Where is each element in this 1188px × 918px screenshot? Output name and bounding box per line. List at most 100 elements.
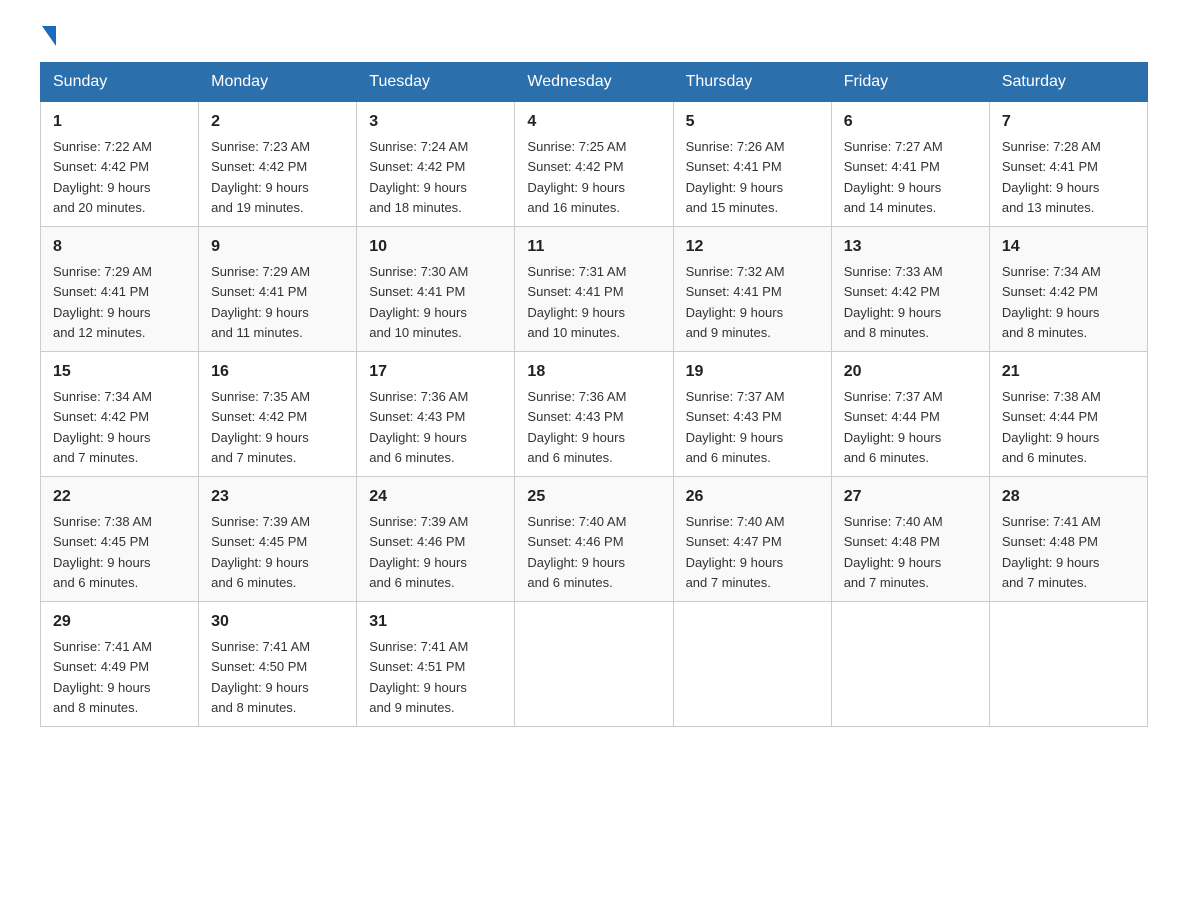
day-number: 29 bbox=[53, 610, 186, 634]
calendar-body: 1 Sunrise: 7:22 AMSunset: 4:42 PMDaylight… bbox=[41, 102, 1148, 727]
day-number: 31 bbox=[369, 610, 502, 634]
day-info: Sunrise: 7:41 AMSunset: 4:51 PMDaylight:… bbox=[369, 639, 468, 715]
day-number: 26 bbox=[686, 485, 819, 509]
calendar-header-tuesday: Tuesday bbox=[357, 63, 515, 102]
day-info: Sunrise: 7:33 AMSunset: 4:42 PMDaylight:… bbox=[844, 264, 943, 340]
day-info: Sunrise: 7:39 AMSunset: 4:45 PMDaylight:… bbox=[211, 514, 310, 590]
day-number: 12 bbox=[686, 235, 819, 259]
calendar-table: SundayMondayTuesdayWednesdayThursdayFrid… bbox=[40, 62, 1148, 727]
day-info: Sunrise: 7:36 AMSunset: 4:43 PMDaylight:… bbox=[369, 389, 468, 465]
calendar-cell: 25 Sunrise: 7:40 AMSunset: 4:46 PMDayligh… bbox=[515, 477, 673, 602]
day-info: Sunrise: 7:30 AMSunset: 4:41 PMDaylight:… bbox=[369, 264, 468, 340]
day-number: 27 bbox=[844, 485, 977, 509]
calendar-cell: 18 Sunrise: 7:36 AMSunset: 4:43 PMDayligh… bbox=[515, 352, 673, 477]
day-info: Sunrise: 7:41 AMSunset: 4:50 PMDaylight:… bbox=[211, 639, 310, 715]
calendar-cell: 16Sunrise: 7:35 AMSunset: 4:42 PMDayligh… bbox=[199, 352, 357, 477]
calendar-cell: 20Sunrise: 7:37 AMSunset: 4:44 PMDayligh… bbox=[831, 352, 989, 477]
calendar-week-4: 22 Sunrise: 7:38 AMSunset: 4:45 PMDayligh… bbox=[41, 477, 1148, 602]
calendar-cell: 2 Sunrise: 7:23 AMSunset: 4:42 PMDaylight… bbox=[199, 102, 357, 227]
calendar-header-thursday: Thursday bbox=[673, 63, 831, 102]
calendar-cell: 11 Sunrise: 7:31 AMSunset: 4:41 PMDayligh… bbox=[515, 227, 673, 352]
calendar-header-monday: Monday bbox=[199, 63, 357, 102]
day-number: 23 bbox=[211, 485, 344, 509]
day-number: 16 bbox=[211, 360, 344, 384]
day-info: Sunrise: 7:26 AMSunset: 4:41 PMDaylight:… bbox=[686, 139, 785, 215]
day-info: Sunrise: 7:25 AMSunset: 4:42 PMDaylight:… bbox=[527, 139, 626, 215]
day-info: Sunrise: 7:40 AMSunset: 4:48 PMDaylight:… bbox=[844, 514, 943, 590]
calendar-header-saturday: Saturday bbox=[989, 63, 1147, 102]
day-number: 6 bbox=[844, 110, 977, 134]
day-info: Sunrise: 7:34 AMSunset: 4:42 PMDaylight:… bbox=[53, 389, 152, 465]
day-info: Sunrise: 7:32 AMSunset: 4:41 PMDaylight:… bbox=[686, 264, 785, 340]
calendar-cell bbox=[673, 602, 831, 727]
day-number: 21 bbox=[1002, 360, 1135, 384]
calendar-week-5: 29Sunrise: 7:41 AMSunset: 4:49 PMDayligh… bbox=[41, 602, 1148, 727]
logo bbox=[40, 30, 56, 42]
day-number: 11 bbox=[527, 235, 660, 259]
day-info: Sunrise: 7:40 AMSunset: 4:46 PMDaylight:… bbox=[527, 514, 626, 590]
day-number: 3 bbox=[369, 110, 502, 134]
calendar-week-1: 1 Sunrise: 7:22 AMSunset: 4:42 PMDaylight… bbox=[41, 102, 1148, 227]
calendar-cell: 27 Sunrise: 7:40 AMSunset: 4:48 PMDayligh… bbox=[831, 477, 989, 602]
day-number: 1 bbox=[53, 110, 186, 134]
calendar-cell: 17 Sunrise: 7:36 AMSunset: 4:43 PMDayligh… bbox=[357, 352, 515, 477]
day-info: Sunrise: 7:37 AMSunset: 4:44 PMDaylight:… bbox=[844, 389, 943, 465]
calendar-cell: 26 Sunrise: 7:40 AMSunset: 4:47 PMDayligh… bbox=[673, 477, 831, 602]
day-info: Sunrise: 7:39 AMSunset: 4:46 PMDaylight:… bbox=[369, 514, 468, 590]
calendar-cell bbox=[989, 602, 1147, 727]
day-number: 30 bbox=[211, 610, 344, 634]
calendar-cell: 31 Sunrise: 7:41 AMSunset: 4:51 PMDayligh… bbox=[357, 602, 515, 727]
calendar-cell: 9Sunrise: 7:29 AMSunset: 4:41 PMDaylight… bbox=[199, 227, 357, 352]
day-info: Sunrise: 7:41 AMSunset: 4:48 PMDaylight:… bbox=[1002, 514, 1101, 590]
day-number: 9 bbox=[211, 235, 344, 259]
calendar-cell: 24 Sunrise: 7:39 AMSunset: 4:46 PMDayligh… bbox=[357, 477, 515, 602]
calendar-cell: 5 Sunrise: 7:26 AMSunset: 4:41 PMDaylight… bbox=[673, 102, 831, 227]
day-info: Sunrise: 7:31 AMSunset: 4:41 PMDaylight:… bbox=[527, 264, 626, 340]
day-number: 4 bbox=[527, 110, 660, 134]
day-number: 24 bbox=[369, 485, 502, 509]
day-number: 8 bbox=[53, 235, 186, 259]
page-header bbox=[40, 30, 1148, 42]
calendar-header-row: SundayMondayTuesdayWednesdayThursdayFrid… bbox=[41, 63, 1148, 102]
calendar-header-wednesday: Wednesday bbox=[515, 63, 673, 102]
day-number: 18 bbox=[527, 360, 660, 384]
day-number: 28 bbox=[1002, 485, 1135, 509]
calendar-cell: 1 Sunrise: 7:22 AMSunset: 4:42 PMDaylight… bbox=[41, 102, 199, 227]
calendar-cell: 22 Sunrise: 7:38 AMSunset: 4:45 PMDayligh… bbox=[41, 477, 199, 602]
day-info: Sunrise: 7:36 AMSunset: 4:43 PMDaylight:… bbox=[527, 389, 626, 465]
calendar-cell: 23 Sunrise: 7:39 AMSunset: 4:45 PMDayligh… bbox=[199, 477, 357, 602]
calendar-cell: 29Sunrise: 7:41 AMSunset: 4:49 PMDayligh… bbox=[41, 602, 199, 727]
day-number: 25 bbox=[527, 485, 660, 509]
day-info: Sunrise: 7:38 AMSunset: 4:44 PMDaylight:… bbox=[1002, 389, 1101, 465]
day-number: 7 bbox=[1002, 110, 1135, 134]
calendar-cell bbox=[831, 602, 989, 727]
calendar-cell: 30 Sunrise: 7:41 AMSunset: 4:50 PMDayligh… bbox=[199, 602, 357, 727]
day-number: 17 bbox=[369, 360, 502, 384]
logo-triangle-icon bbox=[42, 26, 56, 46]
day-number: 10 bbox=[369, 235, 502, 259]
calendar-cell: 7 Sunrise: 7:28 AMSunset: 4:41 PMDaylight… bbox=[989, 102, 1147, 227]
day-number: 14 bbox=[1002, 235, 1135, 259]
calendar-week-3: 15Sunrise: 7:34 AMSunset: 4:42 PMDayligh… bbox=[41, 352, 1148, 477]
day-number: 19 bbox=[686, 360, 819, 384]
day-number: 22 bbox=[53, 485, 186, 509]
day-info: Sunrise: 7:28 AMSunset: 4:41 PMDaylight:… bbox=[1002, 139, 1101, 215]
calendar-cell: 21 Sunrise: 7:38 AMSunset: 4:44 PMDayligh… bbox=[989, 352, 1147, 477]
calendar-week-2: 8Sunrise: 7:29 AMSunset: 4:41 PMDaylight… bbox=[41, 227, 1148, 352]
day-info: Sunrise: 7:38 AMSunset: 4:45 PMDaylight:… bbox=[53, 514, 152, 590]
calendar-header-friday: Friday bbox=[831, 63, 989, 102]
day-number: 2 bbox=[211, 110, 344, 134]
day-info: Sunrise: 7:22 AMSunset: 4:42 PMDaylight:… bbox=[53, 139, 152, 215]
day-number: 13 bbox=[844, 235, 977, 259]
day-info: Sunrise: 7:40 AMSunset: 4:47 PMDaylight:… bbox=[686, 514, 785, 590]
day-info: Sunrise: 7:23 AMSunset: 4:42 PMDaylight:… bbox=[211, 139, 310, 215]
calendar-cell: 3Sunrise: 7:24 AMSunset: 4:42 PMDaylight… bbox=[357, 102, 515, 227]
day-info: Sunrise: 7:37 AMSunset: 4:43 PMDaylight:… bbox=[686, 389, 785, 465]
day-number: 5 bbox=[686, 110, 819, 134]
calendar-cell: 12 Sunrise: 7:32 AMSunset: 4:41 PMDayligh… bbox=[673, 227, 831, 352]
calendar-cell: 10 Sunrise: 7:30 AMSunset: 4:41 PMDayligh… bbox=[357, 227, 515, 352]
day-info: Sunrise: 7:27 AMSunset: 4:41 PMDaylight:… bbox=[844, 139, 943, 215]
calendar-cell: 14Sunrise: 7:34 AMSunset: 4:42 PMDayligh… bbox=[989, 227, 1147, 352]
calendar-cell: 19 Sunrise: 7:37 AMSunset: 4:43 PMDayligh… bbox=[673, 352, 831, 477]
calendar-cell bbox=[515, 602, 673, 727]
